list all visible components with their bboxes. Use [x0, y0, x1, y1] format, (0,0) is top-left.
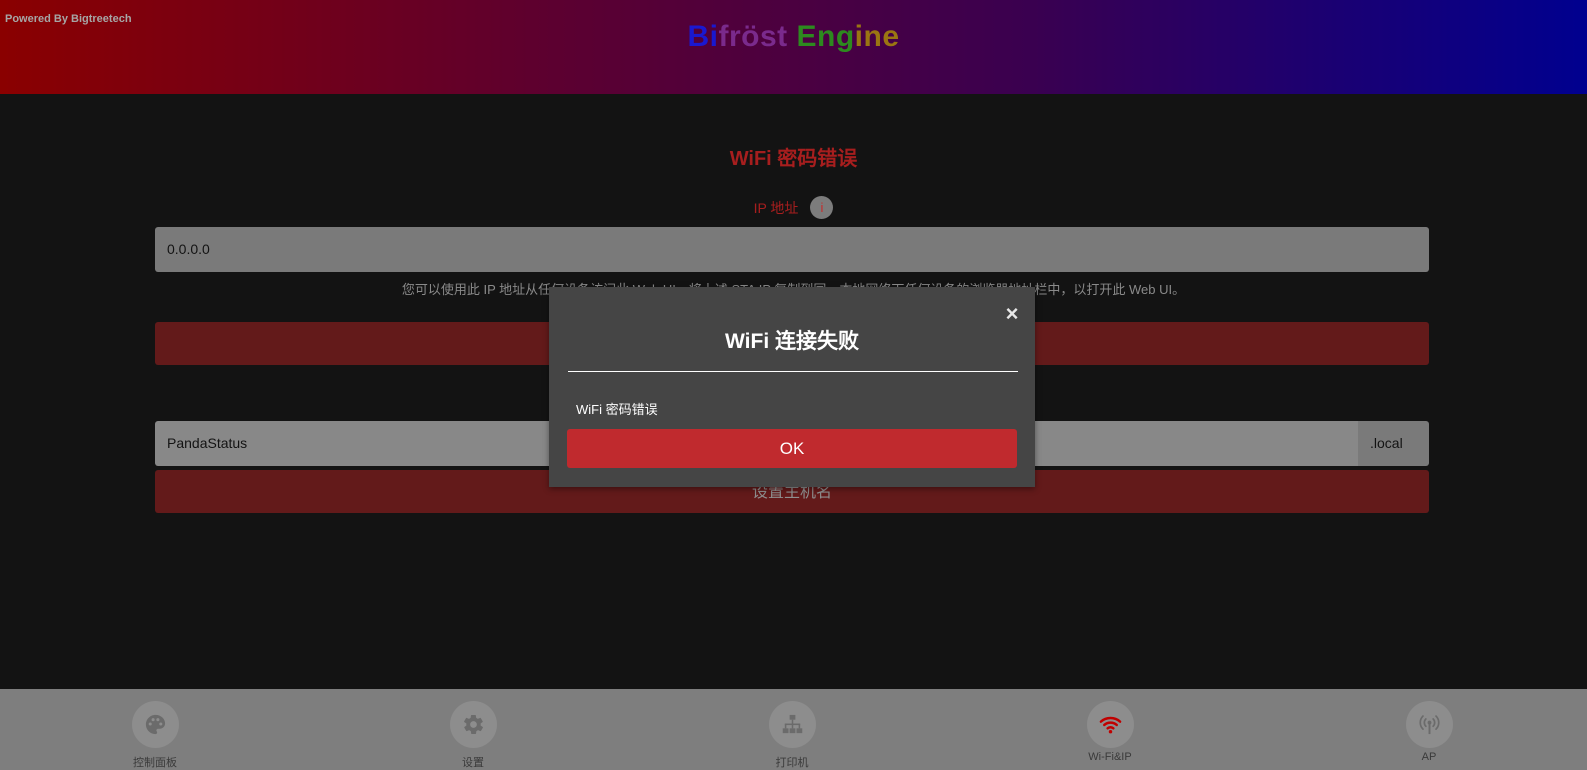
broadcast-icon	[1406, 701, 1453, 748]
ip-address-label: IP 地址	[753, 199, 799, 216]
nav-label: 设置	[462, 757, 484, 769]
hostname-suffix: .local	[1358, 421, 1429, 466]
nav-item-settings[interactable]: 设置	[413, 689, 533, 770]
modal-message: WiFi 密码错误	[576, 402, 658, 417]
info-icon[interactable]: i	[810, 196, 834, 219]
wifi-error-modal: × WiFi 连接失败 WiFi 密码错误 OK	[549, 287, 1035, 487]
header-banner: Powered By Bigtreetech Bifröst Engine	[0, 0, 1587, 94]
sitemap-icon	[769, 701, 816, 748]
nav-item-control-panel[interactable]: 控制面板	[95, 689, 215, 770]
app-title-part: Bi	[687, 20, 719, 53]
modal-divider	[568, 371, 1018, 372]
bottom-nav: 控制面板 设置 打印机 Wi-Fi&IP AP	[0, 689, 1587, 770]
nav-item-printer[interactable]: 打印机	[732, 689, 852, 770]
nav-label: Wi-Fi&IP	[1088, 751, 1132, 763]
nav-label: 控制面板	[133, 757, 177, 769]
nav-item-wifi-ip[interactable]: Wi-Fi&IP	[1050, 689, 1170, 770]
app-title-part: fröst	[718, 20, 797, 53]
gear-icon	[450, 701, 497, 748]
app-title: Bifröst Engine	[0, 20, 1587, 54]
nav-label: AP	[1421, 751, 1437, 763]
wifi-status-title: WiFi 密码错误	[729, 148, 858, 170]
modal-title: WiFi 连接失败	[725, 330, 859, 353]
nav-item-ap[interactable]: AP	[1369, 689, 1489, 770]
close-icon[interactable]: ×	[1005, 303, 1019, 325]
wifi-icon	[1087, 701, 1134, 748]
app-title-part: Eng	[796, 20, 855, 53]
ok-button[interactable]: OK	[567, 429, 1017, 468]
palette-icon	[132, 701, 179, 748]
nav-label: 打印机	[775, 757, 809, 769]
ip-address-field[interactable]: 0.0.0.0	[155, 227, 1429, 272]
app-title-part: ine	[854, 20, 900, 53]
ip-label-row: IP 地址 i	[0, 196, 1587, 219]
